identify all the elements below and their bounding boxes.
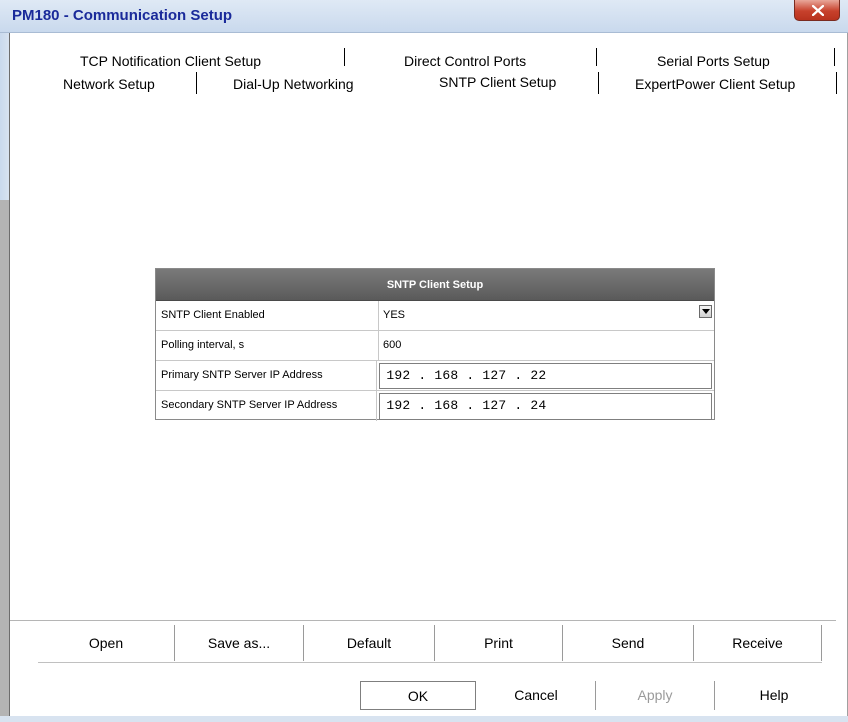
button-separator: [595, 681, 596, 710]
tab-separator: [836, 72, 837, 94]
tab-tcp-notification-client-setup[interactable]: TCP Notification Client Setup: [80, 52, 261, 70]
tab-separator: [598, 72, 599, 94]
secondary-sntp-server-ip-field[interactable]: 192 . 168 . 127 . 24: [379, 393, 712, 420]
table-header: SNTP Client Setup: [156, 269, 714, 301]
window-title: PM180 - Communication Setup: [12, 7, 233, 24]
file-action-bar: Open Save as... Default Print Send Recei…: [38, 624, 822, 663]
table-row: Polling interval, s 600: [156, 331, 714, 361]
table-row: Secondary SNTP Server IP Address 192 . 1…: [156, 391, 714, 421]
sntp-settings-table: SNTP Client Setup SNTP Client Enabled YE…: [155, 268, 715, 421]
dropdown-button[interactable]: [699, 305, 712, 318]
button-separator: [821, 625, 822, 661]
chevron-down-icon: [702, 309, 710, 314]
ok-button[interactable]: OK: [360, 681, 476, 710]
table-row: SNTP Client Enabled YES: [156, 301, 714, 331]
secondary-sntp-server-label: Secondary SNTP Server IP Address: [156, 391, 378, 421]
title-bar[interactable]: PM180 - Communication Setup: [0, 0, 848, 33]
tab-separator: [596, 48, 597, 66]
tab-serial-ports-setup[interactable]: Serial Ports Setup: [657, 52, 770, 70]
primary-sntp-server-ip-field[interactable]: 192 . 168 . 127 . 22: [379, 363, 712, 389]
window-frame-left-shade: [0, 200, 9, 716]
window-frame-bottom: [0, 716, 848, 722]
sntp-client-enabled-select[interactable]: YES: [379, 301, 714, 330]
close-icon: [812, 5, 824, 16]
button-separator: [714, 681, 715, 710]
tab-expertpower-client-setup[interactable]: ExpertPower Client Setup: [635, 75, 795, 93]
primary-sntp-server-label: Primary SNTP Server IP Address: [156, 361, 378, 390]
print-button[interactable]: Print: [435, 624, 562, 662]
table-row: Primary SNTP Server IP Address 192 . 168…: [156, 361, 714, 391]
tab-separator: [834, 48, 835, 66]
tab-sntp-client-setup[interactable]: SNTP Client Setup: [439, 73, 556, 91]
close-button[interactable]: [794, 0, 840, 21]
sntp-client-enabled-label: SNTP Client Enabled: [156, 301, 379, 330]
tab-dial-up-networking[interactable]: Dial-Up Networking: [233, 75, 354, 93]
apply-button[interactable]: Apply: [597, 681, 713, 710]
sntp-client-enabled-value: YES: [383, 309, 406, 321]
help-button[interactable]: Help: [716, 681, 832, 710]
send-button[interactable]: Send: [563, 624, 693, 662]
polling-interval-field[interactable]: 600: [379, 331, 714, 360]
tab-separator: [344, 48, 345, 66]
tab-separator: [196, 72, 197, 94]
receive-button[interactable]: Receive: [694, 624, 821, 662]
save-as-button[interactable]: Save as...: [175, 624, 303, 662]
polling-interval-label: Polling interval, s: [156, 331, 379, 360]
open-button[interactable]: Open: [38, 624, 174, 662]
tab-network-setup[interactable]: Network Setup: [63, 75, 155, 93]
tab-direct-control-ports[interactable]: Direct Control Ports: [404, 52, 526, 70]
default-button[interactable]: Default: [304, 624, 434, 662]
cancel-button[interactable]: Cancel: [478, 681, 594, 710]
